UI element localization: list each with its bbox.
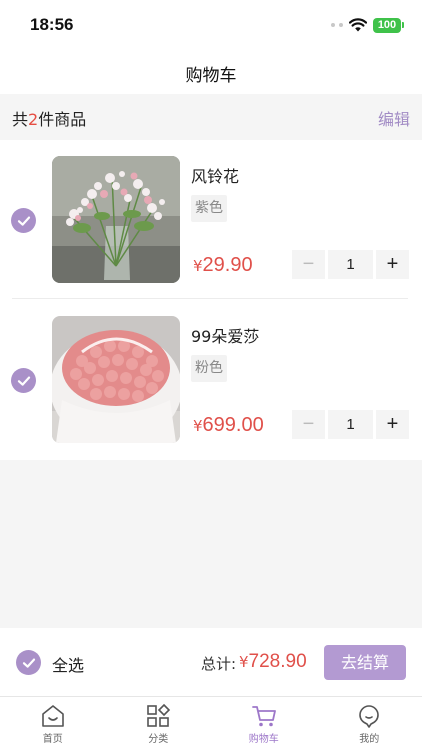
rose-bouquet-image: [52, 316, 180, 443]
tab-home-label: 首页: [42, 734, 63, 745]
quantity-value[interactable]: 1: [328, 410, 373, 439]
item-count-prefix: 共: [12, 110, 29, 129]
cart-summary-bar: 共2件商品 编辑: [0, 94, 422, 139]
tab-profile-label: 我的: [359, 734, 380, 745]
bottom-tab-bar: 首页 分类 购物车 我的: [0, 696, 422, 750]
signal-icon: [331, 23, 343, 27]
currency-symbol: ¥: [193, 257, 203, 275]
cart-list: 风铃花 紫色 ¥29.90 − 1 + 99朵爱莎 粉色 ¥699.00 − 1…: [0, 140, 422, 460]
tab-category[interactable]: 分类: [106, 697, 212, 750]
decrease-quantity-button[interactable]: −: [292, 410, 325, 439]
increase-quantity-button[interactable]: +: [376, 410, 409, 439]
status-indicators: 100: [331, 16, 404, 34]
currency-symbol: ¥: [193, 417, 203, 435]
item-count-number: 2: [28, 110, 39, 129]
increase-quantity-button[interactable]: +: [376, 250, 409, 279]
currency-symbol: ¥: [239, 653, 249, 671]
navigation-bar: 购物车: [0, 50, 422, 94]
item-checkbox[interactable]: [11, 208, 36, 233]
tab-profile[interactable]: 我的: [317, 697, 422, 750]
tab-category-label: 分类: [148, 734, 169, 745]
product-spec-tag: 紫色: [191, 195, 227, 222]
tab-cart-label: 购物车: [248, 734, 279, 745]
checkout-bar: 全选 总计: ¥728.90 去结算: [0, 628, 422, 696]
quantity-stepper: − 1 +: [292, 250, 409, 279]
cart-icon: [251, 706, 276, 727]
edit-button[interactable]: 编辑: [378, 106, 410, 130]
status-time: 18:56: [30, 15, 74, 34]
select-all-label[interactable]: 全选: [52, 652, 84, 676]
product-spec-tag: 粉色: [191, 355, 227, 382]
item-count-text: 共2件商品: [12, 106, 86, 130]
battery-icon: 100: [373, 17, 401, 33]
item-checkbox[interactable]: [11, 368, 36, 393]
price-value: 699.00: [202, 414, 264, 436]
checkmark-icon: [17, 376, 30, 386]
product-name[interactable]: 风铃花: [191, 163, 239, 187]
product-image[interactable]: [52, 156, 180, 283]
select-all-checkbox[interactable]: [16, 650, 41, 675]
total-value: 728.90: [248, 651, 307, 672]
cart-item: 99朵爱莎 粉色 ¥699.00 − 1 +: [0, 300, 422, 460]
product-image[interactable]: [52, 316, 180, 443]
checkmark-icon: [17, 216, 30, 226]
tab-home[interactable]: 首页: [0, 697, 106, 750]
decrease-quantity-button[interactable]: −: [292, 250, 325, 279]
product-price: ¥699.00: [193, 414, 264, 437]
cart-item: 风铃花 紫色 ¥29.90 − 1 +: [0, 140, 422, 300]
tab-cart[interactable]: 购物车: [211, 697, 317, 750]
profile-icon: [359, 705, 380, 728]
wifi-icon: [349, 18, 367, 32]
quantity-stepper: − 1 +: [292, 410, 409, 439]
category-icon: [147, 703, 171, 727]
total-label: 总计:: [201, 655, 237, 673]
item-count-suffix: 件商品: [38, 110, 87, 129]
checkmark-icon: [22, 658, 35, 668]
checkout-button[interactable]: 去结算: [324, 645, 406, 680]
product-name[interactable]: 99朵爱莎: [191, 323, 259, 347]
item-divider: [12, 298, 408, 299]
battery-tip: [402, 22, 404, 28]
price-value: 29.90: [202, 254, 253, 276]
page-title: 购物车: [185, 66, 237, 86]
total-amount: ¥728.90: [239, 651, 307, 673]
status-bar: 18:56 100: [0, 0, 422, 50]
home-icon: [41, 705, 64, 727]
quantity-value[interactable]: 1: [328, 250, 373, 279]
product-price: ¥29.90: [193, 254, 253, 277]
bellflower-bouquet-image: [52, 156, 180, 283]
